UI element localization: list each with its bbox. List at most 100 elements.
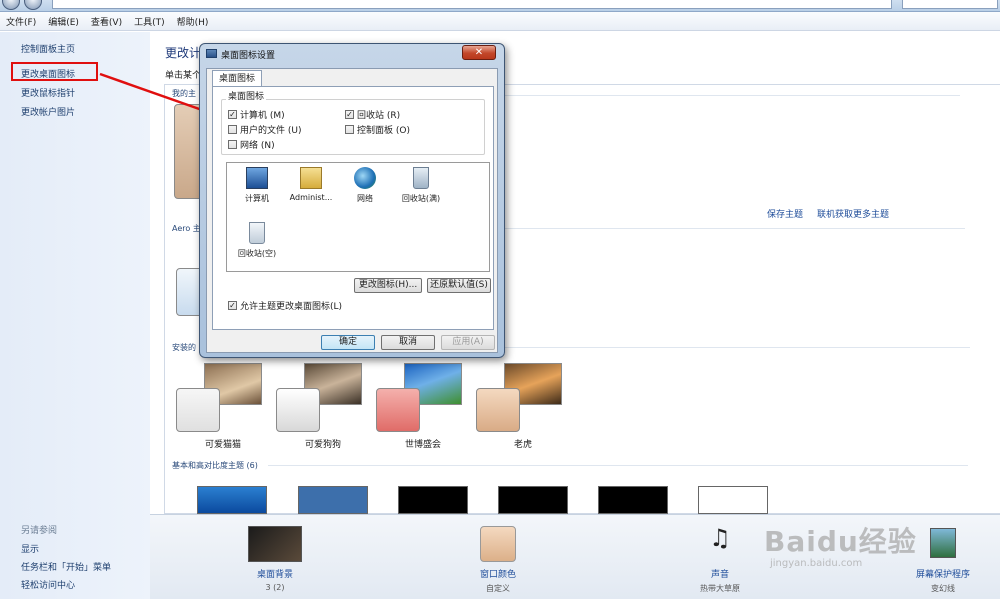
checkbox-recycle-bin[interactable]: ✓ 回收站 (R) (345, 108, 400, 121)
change-mouse-pointer-link[interactable]: 更改鼠标指针 (21, 86, 75, 99)
menu-bar: 文件(F) 编辑(E) 查看(V) 工具(T) 帮助(H) (0, 12, 1000, 31)
dialog-title: 桌面图标设置 (221, 51, 276, 61)
display-link[interactable]: 显示 (21, 542, 39, 555)
theme-dogs-color[interactable] (276, 388, 320, 432)
sound-icon[interactable]: ♫ (702, 524, 738, 560)
dialog-body: 桌面图标 ✓ 计算机 (M) ✓ 回收站 (R) 用户的文件 (U) 控制面板 … (206, 68, 498, 353)
recycle-bin-full-icon (413, 167, 429, 189)
checkbox-computer[interactable]: ✓ 计算机 (M) (228, 108, 285, 121)
basic-theme-high-contrast-1[interactable] (398, 486, 468, 514)
checkbox-computer-label: 计算机 (M) (240, 111, 285, 121)
back-button[interactable] (2, 0, 20, 10)
window-color-link[interactable]: 窗口颜色 (448, 567, 548, 580)
checkbox-control-panel-label: 控制面板 (O) (357, 126, 410, 136)
apply-button[interactable]: 应用(A) (441, 335, 495, 350)
checkbox-control-panel[interactable]: 控制面板 (O) (345, 123, 410, 136)
checkbox-computer-box[interactable]: ✓ (228, 110, 237, 119)
save-theme-link[interactable]: 保存主题 (767, 207, 803, 220)
theme-label: 世博盛会 (404, 440, 441, 450)
icon-item-computer[interactable]: 计算机 (227, 167, 287, 204)
section-installed-themes: 安装的 (172, 343, 196, 352)
icon-item-label: Administ... (289, 193, 333, 202)
change-icon-button[interactable]: 更改图标(H)... (354, 278, 422, 293)
see-also-heading: 另请参阅 (21, 526, 58, 536)
icon-item-network[interactable]: 网络 (335, 167, 395, 204)
menu-help[interactable]: 帮助(H) (177, 15, 209, 28)
desktop-background-value: 3 (2) (265, 583, 285, 592)
menu-edit[interactable]: 编辑(E) (48, 15, 79, 28)
theme-label: 老虎 (513, 440, 532, 450)
checkbox-allow-themes-box[interactable]: ✓ (228, 301, 237, 310)
icon-item-user-folder[interactable]: Administ... (281, 167, 341, 202)
checkbox-recycle-bin-box[interactable]: ✓ (345, 110, 354, 119)
divider (268, 465, 968, 466)
control-panel-home-link[interactable]: 控制面板主页 (21, 42, 75, 55)
screensaver-value: 变幻线 (931, 584, 955, 593)
window-color-icon[interactable] (480, 526, 516, 562)
desktop-icon-list: 计算机 Administ... 网络 回收站(满) 回收站(空) (226, 162, 490, 272)
screensaver-icon[interactable] (930, 528, 956, 558)
basic-theme-high-contrast-black[interactable] (598, 486, 668, 514)
address-bar[interactable] (52, 0, 892, 9)
section-aero-themes: Aero 主 (172, 224, 201, 233)
checkbox-user-files[interactable]: 用户的文件 (U) (228, 123, 301, 136)
get-more-themes-link[interactable]: 联机获取更多主题 (817, 207, 889, 220)
theme-cats-color[interactable] (176, 388, 220, 432)
network-icon (354, 167, 376, 189)
icon-item-label: 回收站(空) (237, 249, 277, 258)
theme-expo-color[interactable] (376, 388, 420, 432)
computer-icon (246, 167, 268, 189)
basic-theme-classic[interactable] (298, 486, 368, 514)
checkbox-network[interactable]: 网络 (N) (228, 138, 275, 151)
checkbox-allow-themes[interactable]: ✓ 允许主题更改桌面图标(L) (228, 299, 342, 312)
tab-panel: ✓ 计算机 (M) ✓ 回收站 (R) 用户的文件 (U) 控制面板 (O) 网… (212, 86, 494, 330)
page-title: 更改计 (165, 46, 202, 60)
restore-default-button[interactable]: 还原默认值(S) (427, 278, 491, 293)
section-my-themes: 我的主 (172, 89, 196, 98)
annotation-highlight-box (11, 62, 98, 81)
dialog-window-icon (206, 49, 217, 58)
basic-theme-high-contrast-2[interactable] (498, 486, 568, 514)
forward-button[interactable] (24, 0, 42, 10)
icon-item-recycle-empty[interactable]: 回收站(空) (227, 222, 287, 259)
address-strip (0, 0, 1000, 12)
desktop-background-link[interactable]: 桌面背景 (225, 567, 325, 580)
change-account-picture-link[interactable]: 更改帐户图片 (21, 105, 75, 118)
menu-tools[interactable]: 工具(T) (134, 15, 165, 28)
cancel-button[interactable]: 取消 (381, 335, 435, 350)
checkbox-user-files-label: 用户的文件 (U) (240, 126, 302, 136)
close-button[interactable]: ✕ (462, 45, 496, 60)
checkbox-user-files-box[interactable] (228, 125, 237, 134)
icon-item-label: 网络 (357, 194, 373, 203)
icon-item-recycle-full[interactable]: 回收站(满) (391, 167, 451, 204)
sound-link[interactable]: 声音 (670, 567, 770, 580)
search-input[interactable] (902, 0, 998, 9)
ease-of-access-link[interactable]: 轻松访问中心 (21, 578, 75, 591)
window-color-value: 自定义 (486, 584, 510, 593)
checkbox-network-box[interactable] (228, 140, 237, 149)
theme-label: 可爱猫猫 (204, 440, 241, 450)
recycle-bin-empty-icon (249, 222, 265, 244)
icon-item-label: 计算机 (245, 194, 269, 203)
watermark-text: Baidu经验 (764, 525, 917, 558)
menu-view[interactable]: 查看(V) (91, 15, 122, 28)
baidu-watermark: Baidu经验 jingyan.baidu.com (764, 520, 917, 569)
taskbar-start-menu-link[interactable]: 任务栏和「开始」菜单 (21, 560, 111, 573)
checkbox-allow-themes-label: 允许主题更改桌面图标(L) (240, 302, 343, 312)
tab-desktop-icons[interactable]: 桌面图标 (212, 70, 263, 87)
menu-file[interactable]: 文件(F) (6, 15, 36, 28)
icon-item-label: 回收站(满) (401, 194, 441, 203)
group-title: 桌面图标 (226, 89, 267, 102)
page-subtitle: 单击某个 (165, 71, 202, 81)
theme-tiger-color[interactable] (476, 388, 520, 432)
basic-theme-windows7[interactable] (197, 486, 267, 514)
desktop-background-icon[interactable] (248, 526, 302, 562)
checkbox-control-panel-box[interactable] (345, 125, 354, 134)
basic-theme-high-contrast-white[interactable] (698, 486, 768, 514)
section-basic-themes: 基本和高对比度主题 (6) (172, 461, 258, 470)
theme-label: 可爱狗狗 (304, 440, 341, 450)
folder-icon (300, 167, 322, 189)
checkbox-recycle-bin-label: 回收站 (R) (357, 111, 401, 121)
sound-value: 热带大草原 (700, 584, 740, 593)
ok-button[interactable]: 确定 (321, 335, 375, 350)
